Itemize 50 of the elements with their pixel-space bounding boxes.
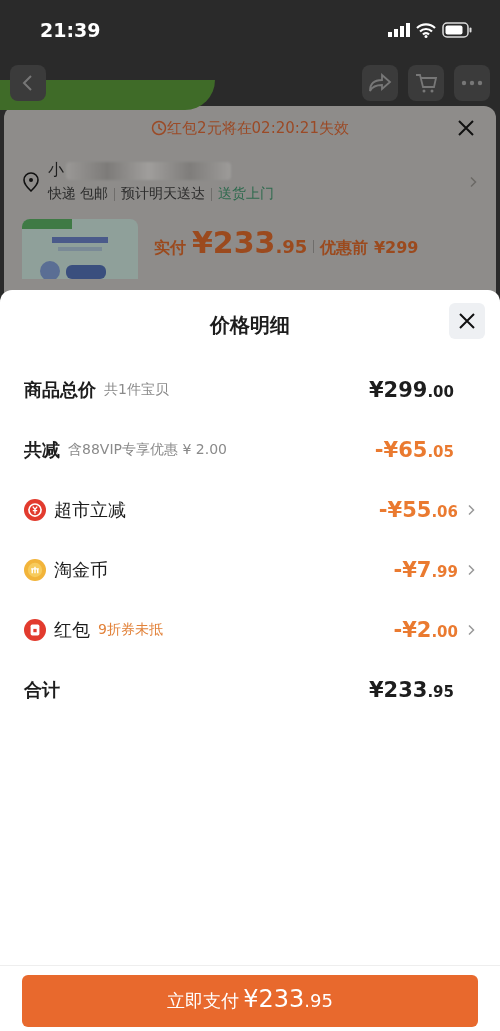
cart-button[interactable] [408, 65, 444, 101]
chevron-right-icon [466, 504, 476, 516]
yen-coupon-icon [24, 499, 46, 521]
delivery-info: 快递 包邮 [48, 185, 109, 203]
location-pin-icon [22, 171, 40, 192]
row-label: 共减 [24, 438, 60, 462]
chevron-right-icon [468, 175, 478, 188]
close-button[interactable] [449, 303, 485, 339]
share-icon [368, 73, 392, 93]
more-icon [461, 80, 483, 86]
paid-price: ¥233.95 [192, 225, 308, 260]
original-price: 优惠前 ¥299 [320, 238, 419, 259]
row-label: 合计 [24, 678, 60, 702]
row-label: 超市立减 [54, 498, 126, 522]
share-button[interactable] [362, 65, 398, 101]
close-icon [458, 312, 476, 330]
row-note: 9折券未抵 [98, 621, 163, 639]
back-icon [21, 74, 35, 92]
delivery-info: 预计明天送达 [121, 185, 206, 203]
coin-icon [24, 559, 46, 581]
row-label: 淘金币 [54, 558, 108, 582]
clock-time: 21:39 [40, 19, 101, 41]
row-note: 含88VIP专享优惠 ¥ 2.00 [68, 441, 227, 459]
cart-icon [414, 72, 438, 94]
price-value: ¥299.00 [368, 378, 454, 402]
price-value: -¥55.06 [378, 498, 458, 522]
sheet-title: 价格明细 [210, 311, 290, 339]
more-button[interactable] [454, 65, 490, 101]
wifi-icon [416, 22, 436, 38]
price-value: -¥2.00 [393, 618, 458, 642]
row-label: 红包 [54, 618, 90, 642]
price-value: -¥65.05 [374, 438, 454, 462]
signal-icon [388, 23, 410, 37]
countdown-notice: 红包2元将在02:20:21失效 [167, 118, 349, 138]
discount-item[interactable]: 红包 9折券未抵 -¥2.00 [24, 600, 476, 660]
envelope-icon [24, 619, 46, 641]
row-label: 商品总价 [24, 378, 96, 402]
delivery-info: 送货上门 [218, 185, 275, 203]
battery-icon [442, 22, 472, 38]
clock-icon [151, 120, 168, 136]
back-button[interactable] [10, 65, 46, 101]
price-value: -¥7.99 [393, 558, 458, 582]
discount-item[interactable]: 超市立减 -¥55.06 [24, 480, 476, 540]
discount-item[interactable]: 淘金币 -¥7.99 [24, 540, 476, 600]
chevron-right-icon [466, 624, 476, 636]
chevron-right-icon [466, 564, 476, 576]
price-value: ¥233.95 [368, 678, 454, 702]
paid-label: 实付 [154, 238, 186, 259]
row-note: 共1件宝贝 [104, 381, 169, 399]
address-text: 小 [48, 160, 64, 181]
